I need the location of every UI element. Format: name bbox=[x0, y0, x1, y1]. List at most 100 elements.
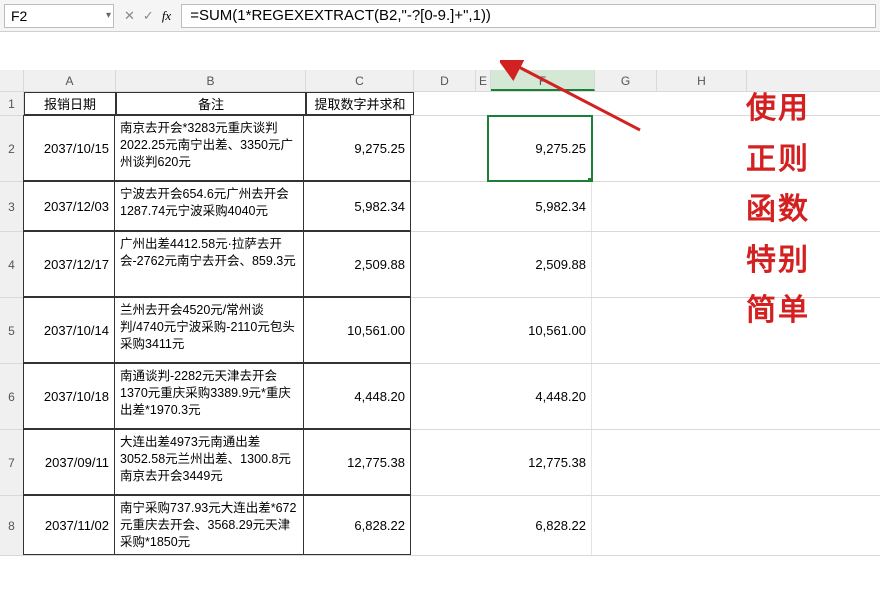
name-box-value: F2 bbox=[11, 8, 27, 24]
selected-cell[interactable]: 9,275.25 bbox=[488, 116, 592, 181]
cell-empty[interactable] bbox=[411, 298, 473, 363]
cell-empty[interactable] bbox=[592, 364, 654, 429]
col-header-B[interactable]: B bbox=[116, 70, 306, 91]
cell-result-f[interactable]: 2,509.88 bbox=[488, 232, 592, 297]
row-header[interactable]: 4 bbox=[0, 232, 24, 297]
cell-result-f[interactable]: 4,448.20 bbox=[488, 364, 592, 429]
confirm-icon[interactable]: ✓ bbox=[143, 8, 154, 24]
cell-empty[interactable] bbox=[654, 116, 744, 181]
cell-empty[interactable] bbox=[473, 116, 488, 181]
cell-result-c[interactable]: 4,448.20 bbox=[303, 363, 411, 429]
col-header-F[interactable]: F bbox=[491, 70, 595, 91]
cell-empty[interactable] bbox=[473, 232, 488, 297]
col-header-G[interactable]: G bbox=[595, 70, 657, 91]
cell-empty[interactable] bbox=[654, 298, 744, 363]
annotation-line-4: 特别 bbox=[746, 244, 810, 279]
cell-date[interactable]: 2037/10/14 bbox=[23, 297, 115, 363]
cell-result-f[interactable]: 12,775.38 bbox=[488, 430, 592, 495]
row-header[interactable]: 5 bbox=[0, 298, 24, 363]
cell-empty[interactable] bbox=[411, 364, 473, 429]
cell-result-c[interactable]: 2,509.88 bbox=[303, 231, 411, 297]
cell-empty[interactable] bbox=[473, 298, 488, 363]
formula-icon-group: ✕ ✓ fx bbox=[120, 8, 175, 24]
header-result[interactable]: 提取数字并求和 bbox=[306, 92, 414, 115]
cell-empty[interactable] bbox=[654, 364, 744, 429]
cell-result-c[interactable]: 6,828.22 bbox=[303, 495, 411, 555]
cell-date[interactable]: 2037/11/02 bbox=[23, 495, 115, 555]
cell-note[interactable]: 南京去开会*3283元重庆谈判2022.25元南宁出差、3350元广州谈判620… bbox=[114, 115, 304, 181]
cell-empty[interactable] bbox=[473, 182, 488, 231]
row-header[interactable]: 8 bbox=[0, 496, 24, 555]
cell-empty[interactable] bbox=[411, 232, 473, 297]
cell-result-c[interactable]: 5,982.34 bbox=[303, 181, 411, 231]
formula-toolbar: F2 ▾ ✕ ✓ fx =SUM(1*REGEXEXTRACT(B2,"-?[0… bbox=[0, 0, 880, 32]
col-header-A[interactable]: A bbox=[24, 70, 116, 91]
cell-date[interactable]: 2037/10/15 bbox=[23, 115, 115, 181]
annotation-line-2: 正则 bbox=[746, 143, 810, 178]
annotation-text: 使用 正则 函数 特别 简单 bbox=[746, 92, 810, 329]
col-header-H[interactable]: H bbox=[657, 70, 747, 91]
cell-result-f[interactable]: 5,982.34 bbox=[488, 182, 592, 231]
select-all-corner[interactable] bbox=[0, 70, 24, 91]
row-header[interactable]: 6 bbox=[0, 364, 24, 429]
cell-result-f[interactable]: 6,828.22 bbox=[488, 496, 592, 555]
cell-empty[interactable] bbox=[592, 496, 654, 555]
header-date[interactable]: 报销日期 bbox=[24, 92, 116, 115]
fx-icon[interactable]: fx bbox=[162, 8, 171, 24]
cell-empty[interactable] bbox=[411, 430, 473, 495]
cell-empty[interactable] bbox=[473, 364, 488, 429]
cell-empty[interactable] bbox=[654, 496, 744, 555]
cell-result-c[interactable]: 10,561.00 bbox=[303, 297, 411, 363]
cell-empty[interactable] bbox=[592, 232, 654, 297]
row-header[interactable]: 7 bbox=[0, 430, 24, 495]
cell-empty[interactable] bbox=[654, 232, 744, 297]
cell-note[interactable]: 宁波去开会654.6元广州去开会1287.74元宁波采购4040元 bbox=[114, 181, 304, 231]
cell-result-c[interactable]: 9,275.25 bbox=[303, 115, 411, 181]
table-row: 72037/09/11大连出差4973元南通出差3052.58元兰州出差、130… bbox=[0, 430, 880, 496]
cell-G1[interactable] bbox=[595, 92, 657, 115]
row-header-1[interactable]: 1 bbox=[0, 92, 24, 115]
header-note[interactable]: 备注 bbox=[116, 92, 306, 115]
cell-date[interactable]: 2037/10/18 bbox=[23, 363, 115, 429]
cell-note[interactable]: 兰州去开会4520元/常州谈判/4740元宁波采购-2110元包头采购3411元 bbox=[114, 297, 304, 363]
annotation-line-5: 简单 bbox=[746, 294, 810, 329]
cancel-icon[interactable]: ✕ bbox=[124, 8, 135, 24]
name-box[interactable]: F2 ▾ bbox=[4, 4, 114, 28]
chevron-down-icon[interactable]: ▾ bbox=[106, 10, 111, 21]
col-header-E[interactable]: E bbox=[476, 70, 491, 91]
cell-result-c[interactable]: 12,775.38 bbox=[303, 429, 411, 495]
cell-empty[interactable] bbox=[411, 182, 473, 231]
cell-empty[interactable] bbox=[654, 182, 744, 231]
cell-empty[interactable] bbox=[592, 182, 654, 231]
cell-empty[interactable] bbox=[592, 430, 654, 495]
cell-empty[interactable] bbox=[654, 430, 744, 495]
col-header-C[interactable]: C bbox=[306, 70, 414, 91]
cell-H1[interactable] bbox=[657, 92, 747, 115]
col-header-D[interactable]: D bbox=[414, 70, 476, 91]
cell-note[interactable]: 广州出差4412.58元·拉萨去开会-2762元南宁去开会、859.3元 bbox=[114, 231, 304, 297]
cell-D1[interactable] bbox=[414, 92, 476, 115]
cell-note[interactable]: 大连出差4973元南通出差3052.58元兰州出差、1300.8元南京去开会34… bbox=[114, 429, 304, 495]
annotation-line-1: 使用 bbox=[746, 92, 810, 127]
table-row: 82037/11/02南宁采购737.93元大连出差*672元重庆去开会、356… bbox=[0, 496, 880, 556]
column-headers: A B C D E F G H bbox=[0, 70, 880, 92]
cell-date[interactable]: 2037/12/03 bbox=[23, 181, 115, 231]
cell-empty[interactable] bbox=[592, 298, 654, 363]
cell-empty[interactable] bbox=[411, 116, 473, 181]
row-header[interactable]: 2 bbox=[0, 116, 24, 181]
cell-date[interactable]: 2037/12/17 bbox=[23, 231, 115, 297]
cell-result-f[interactable]: 10,561.00 bbox=[488, 298, 592, 363]
formula-bar[interactable]: =SUM(1*REGEXEXTRACT(B2,"-?[0-9.]+",1)) bbox=[181, 4, 876, 28]
cell-empty[interactable] bbox=[411, 496, 473, 555]
cell-empty[interactable] bbox=[473, 430, 488, 495]
cell-note[interactable]: 南通谈判-2282元天津去开会1370元重庆采购3389.9元*重庆出差*197… bbox=[114, 363, 304, 429]
formula-text: =SUM(1*REGEXEXTRACT(B2,"-?[0-9.]+",1)) bbox=[190, 7, 491, 24]
cell-empty[interactable] bbox=[592, 116, 654, 181]
cell-empty[interactable] bbox=[473, 496, 488, 555]
table-row: 62037/10/18南通谈判-2282元天津去开会1370元重庆采购3389.… bbox=[0, 364, 880, 430]
row-header[interactable]: 3 bbox=[0, 182, 24, 231]
cell-E1[interactable] bbox=[476, 92, 491, 115]
cell-note[interactable]: 南宁采购737.93元大连出差*672元重庆去开会、3568.29元天津采购*1… bbox=[114, 495, 304, 555]
cell-date[interactable]: 2037/09/11 bbox=[23, 429, 115, 495]
cell-F1[interactable] bbox=[491, 92, 595, 115]
